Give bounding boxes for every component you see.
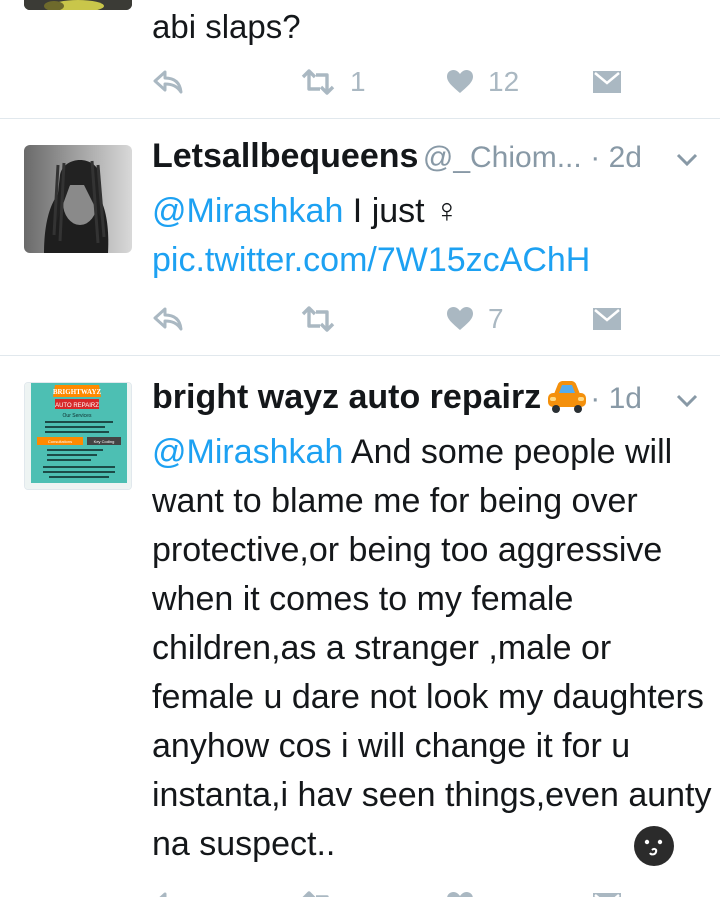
tweet-text: abi slaps? — [152, 8, 301, 45]
reply-button[interactable] — [152, 299, 184, 339]
face-emoji-icon — [634, 826, 674, 866]
chevron-down-icon[interactable] — [672, 388, 702, 412]
divider — [0, 355, 720, 356]
divider — [0, 118, 720, 119]
retweet-icon — [302, 891, 329, 897]
direct-message-button[interactable] — [592, 884, 622, 897]
envelope-icon — [593, 308, 621, 330]
like-button[interactable]: 7 — [446, 299, 504, 339]
reply-button[interactable] — [152, 884, 184, 897]
author-name[interactable]: bright wayz auto repairz — [152, 378, 541, 416]
tweet-time[interactable]: · 1d — [590, 382, 642, 416]
tweet-text: @Mirashkah And some people will want to … — [152, 428, 712, 869]
direct-message-button[interactable] — [592, 299, 622, 339]
retweet-button[interactable] — [300, 299, 336, 339]
tweet-body: And some people will want to blame me fo… — [152, 433, 712, 863]
like-count: 12 — [488, 66, 520, 97]
envelope-icon — [593, 893, 621, 897]
envelope-icon — [593, 71, 621, 93]
flyer-heading: Our Services — [63, 413, 92, 419]
avatar-image-icon — [24, 145, 132, 253]
tweet-header: Letsallbequeens @_Chiom... · 2d — [152, 137, 702, 187]
reply-icon — [159, 892, 167, 897]
retweet-icon — [301, 306, 335, 332]
reply-icon — [153, 307, 183, 331]
reply-icon — [153, 70, 183, 94]
tweet-actions: 1 12 — [152, 62, 632, 102]
flyer-subtitle: AUTO REPAIRZ — [55, 403, 99, 409]
car-emoji-icon — [547, 381, 586, 413]
tweet-time[interactable]: · 2d — [590, 141, 642, 175]
tweet-body: I just ♀ — [343, 192, 460, 230]
flyer-brand: BRIGHTWAYZ — [53, 388, 102, 396]
avatar[interactable] — [24, 145, 132, 253]
mention-link[interactable]: @Mirashkah — [152, 433, 343, 471]
avatar[interactable] — [24, 0, 132, 10]
chevron-down-icon[interactable] — [672, 147, 702, 171]
retweet-button[interactable] — [300, 884, 336, 897]
tweet-actions — [152, 884, 632, 897]
tweet-actions: 7 — [152, 299, 632, 339]
flyer-item: Key Coding — [94, 439, 115, 444]
avatar[interactable]: BRIGHTWAYZ AUTO REPAIRZ Our Services Con… — [24, 382, 132, 490]
media-link[interactable]: pic.twitter.com/7W15zcAChH — [152, 241, 590, 279]
retweet-icon — [301, 69, 335, 95]
retweet-count: 1 — [350, 66, 366, 97]
author-name[interactable]: Letsallbequeens — [152, 137, 418, 175]
heart-icon — [447, 307, 473, 330]
like-count: 7 — [488, 303, 504, 334]
tweet-text: @Mirashkah I just ♀ pic.twitter.com/7W15… — [152, 187, 702, 285]
reply-button[interactable] — [152, 62, 184, 102]
avatar-image-icon — [24, 0, 132, 10]
retweet-button[interactable]: 1 — [300, 62, 366, 102]
mention-link[interactable]: @Mirashkah — [152, 192, 343, 230]
tweet-header: bright wayz auto repairz · 1d — [152, 378, 702, 428]
like-button[interactable] — [446, 884, 474, 897]
direct-message-button[interactable] — [592, 62, 622, 102]
flyer-item: Consultations — [48, 439, 72, 444]
business-flyer-icon: BRIGHTWAYZ AUTO REPAIRZ Our Services Con… — [25, 383, 131, 489]
heart-icon — [447, 70, 473, 93]
heart-icon — [447, 892, 473, 897]
author-handle[interactable]: @_Chiom... — [423, 141, 582, 174]
like-button[interactable]: 12 — [446, 62, 519, 102]
